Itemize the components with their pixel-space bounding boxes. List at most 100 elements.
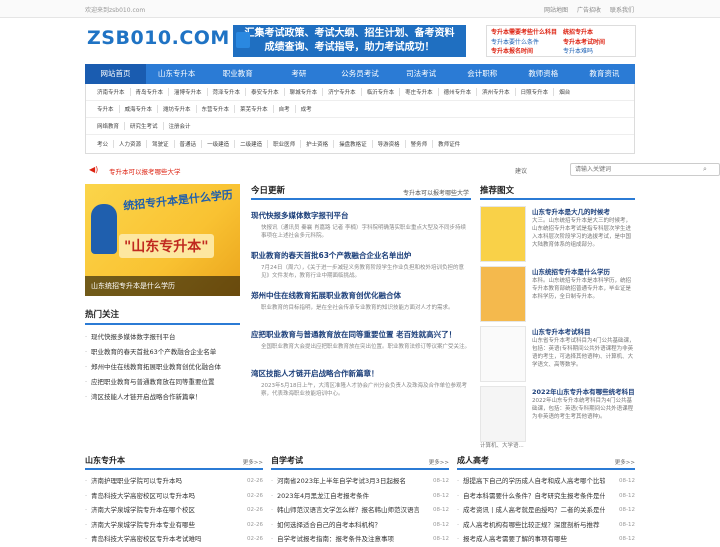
nav-judicial[interactable]: 司法考试: [391, 64, 452, 84]
subnav-link[interactable]: 聊城专升本: [285, 88, 324, 96]
subnav-link[interactable]: 导游资格: [373, 139, 406, 148]
subnav-link[interactable]: 成考: [296, 105, 317, 113]
pic-title[interactable]: 山东统招专升本是什么学历: [532, 266, 610, 276]
subnav-link[interactable]: 济宁专升本: [323, 88, 362, 96]
subnav-link[interactable]: 东营专升本: [197, 105, 236, 113]
subnav-link[interactable]: 青岛专升本: [131, 88, 170, 96]
pic-thumbnail[interactable]: [480, 326, 526, 382]
subnav-link[interactable]: 普通话: [175, 139, 203, 148]
subnav-link[interactable]: 自考: [274, 105, 296, 113]
subnav-link[interactable]: 职业医师: [268, 139, 302, 148]
subnav-link[interactable]: 枣庄专升本: [400, 88, 439, 96]
subnav-link[interactable]: 潍坊专升本: [158, 105, 197, 113]
subnav-link[interactable]: 菏泽专升本: [208, 88, 247, 96]
list-item[interactable]: 青岛科技大学高密校区可以专升本吗 02-26: [85, 489, 263, 504]
article-title[interactable]: 应把职业教育与普通教育放在同等重要位置 老百姓就高兴了！: [251, 329, 471, 340]
nav-shandong[interactable]: 山东专升本: [146, 64, 207, 84]
subnav-link[interactable]: 网络教育: [92, 122, 126, 130]
pic-thumbnail[interactable]: [480, 386, 526, 442]
subnav-link[interactable]: 德州专升本: [439, 88, 478, 96]
search-icon[interactable]: ⌕: [703, 165, 713, 175]
subnav-link[interactable]: 滨州专升本: [477, 88, 516, 96]
list-item-title[interactable]: 济南大学泉城学院专升本专业有哪些: [85, 518, 233, 533]
promo-link[interactable]: 专升本考试时间: [563, 37, 631, 46]
list-item-title[interactable]: 成人高考机构有哪些比较正规？深度剖析与推荐: [457, 518, 605, 533]
subnav-link[interactable]: 莱芜专升本: [235, 105, 274, 113]
list-item[interactable]: 职业教育的春天首批63个产教融合企业名单: [85, 345, 240, 360]
list-item-title[interactable]: 济南大学泉城学院专升本在哪个校区: [85, 503, 233, 518]
list-item-title[interactable]: 2023年4月黑龙江自考报考条件: [271, 489, 419, 504]
promo-link[interactable]: 专升本报名时间: [491, 46, 559, 55]
subnav-link[interactable]: 警务师: [406, 139, 434, 148]
list-item-title[interactable]: 青岛科技大学高密校区可以专升本吗: [85, 489, 233, 504]
list-item[interactable]: 济南大学泉城学院专升本在哪个校区 02-26: [85, 503, 263, 518]
nav-vocational[interactable]: 职业教育: [207, 64, 268, 84]
list-item-title[interactable]: 济南护理职业学院可以专升本吗: [85, 474, 233, 489]
subnav-link[interactable]: 研究生考试: [125, 122, 164, 130]
article-title[interactable]: 郑州中住在线教育拓展职业教育创优化融合体: [251, 290, 471, 301]
today-right-link[interactable]: 专升本可以报考哪些大学: [403, 188, 469, 197]
list-item[interactable]: 自考本科需要什么条件？自考研究生报考条件是什 08-12: [457, 489, 635, 504]
list-item[interactable]: 郑州中住在线教育拓展职业教育创优化融合体: [85, 360, 240, 375]
pic-title[interactable]: 2022年山东专升本有哪些统考科目: [532, 386, 635, 396]
pic-title[interactable]: 山东专升本考试科目: [532, 326, 591, 336]
list-item-title[interactable]: 成考资讯丨成人高考就是函授吗？二者的关系是什: [457, 503, 605, 518]
header-banner[interactable]: 汇集考试政策、考试大纲、招生计划、备考资料 成绩查询、考试指导，助力考试成功！: [233, 25, 466, 57]
subnav-link[interactable]: 操盘教格证: [334, 139, 373, 148]
subnav-link[interactable]: 驾驶证: [147, 139, 175, 148]
subnav-link[interactable]: 一级建造: [202, 139, 236, 148]
list-item[interactable]: 河南省2023年上半年自学考试3月3日起报名 08-12: [271, 474, 449, 489]
hero-image[interactable]: 统招专升本是什么学历 "山东专升本" 山东统招专升本是什么学历: [85, 184, 240, 296]
subnav-link[interactable]: 人力资源: [114, 139, 148, 148]
more-link[interactable]: 更多>>: [429, 458, 449, 466]
list-item-title[interactable]: 自学考试报考指南：报考条件及注意事项: [271, 532, 419, 547]
more-link[interactable]: 更多>>: [243, 458, 263, 466]
list-item[interactable]: 如何选择适合自己的自考本科机构？ 08-12: [271, 518, 449, 533]
list-item-title[interactable]: 河南省2023年上半年自学考试3月3日起报名: [271, 474, 419, 489]
promo-link[interactable]: 专升本要什么条件: [491, 37, 559, 46]
more-link[interactable]: 更多>>: [615, 458, 635, 466]
article-title[interactable]: 现代快报多媒体数字报刊平台: [251, 210, 471, 221]
site-logo[interactable]: ZSB010.COM: [87, 27, 230, 55]
nav-home[interactable]: 网站首页: [85, 64, 147, 84]
list-item[interactable]: 成考资讯丨成人高考就是函授吗？二者的关系是什 08-12: [457, 503, 635, 518]
list-item[interactable]: 济南护理职业学院可以专升本吗 02-26: [85, 474, 263, 489]
subnav-link[interactable]: 注册会计: [164, 122, 196, 130]
list-item[interactable]: 成人高考机构有哪些比较正规？深度剖析与推荐 08-12: [457, 518, 635, 533]
list-item[interactable]: 青岛科技大学高密校区专升本考试难吗 02-26: [85, 532, 263, 547]
list-item-title[interactable]: 青岛科技大学高密校区专升本考试难吗: [85, 532, 233, 547]
nav-accounting[interactable]: 会计职称: [452, 64, 513, 84]
search-input[interactable]: [570, 163, 720, 176]
promo-link[interactable]: 专升本难吗: [563, 46, 631, 55]
ads-link[interactable]: 广告招收: [577, 5, 601, 14]
promo-link[interactable]: 专升本需要考些什么科目: [491, 27, 559, 36]
list-item[interactable]: 应把职业教育与普通教育放在同等重要位置: [85, 375, 240, 390]
list-item-title[interactable]: 韩山师范汉语言文学怎么样？报名韩山师范汉语言: [271, 503, 419, 518]
list-item[interactable]: 报考成人高考需要了解的事项有哪些 08-12: [457, 532, 635, 547]
list-item[interactable]: 现代快报多媒体数字报刊平台: [85, 330, 240, 345]
article-title[interactable]: 职业教育的春天首批63个产教融合企业名单出炉: [251, 250, 471, 261]
list-item[interactable]: 济南大学泉城学院专升本专业有哪些 02-26: [85, 518, 263, 533]
list-item[interactable]: 2023年4月黑龙江自考报考条件 08-12: [271, 489, 449, 504]
pic-title[interactable]: 山东专升本是大几的时候考: [532, 206, 610, 216]
nav-civil-service[interactable]: 公务员考试: [329, 64, 390, 84]
sitemap-link[interactable]: 网站地图: [544, 5, 568, 14]
nav-kaoyan[interactable]: 考研: [268, 64, 329, 84]
subnav-link[interactable]: 泰安专升本: [246, 88, 285, 96]
subnav-link[interactable]: 护士资格: [301, 139, 335, 148]
subnav-link[interactable]: 临沂专升本: [362, 88, 401, 96]
subnav-link[interactable]: 日照专升本: [516, 88, 555, 96]
suggest-link[interactable]: 建议: [515, 166, 527, 175]
subnav-link[interactable]: 烟台: [554, 88, 575, 96]
list-item[interactable]: 想提高下自己的学历成人自考和成人高考哪个比较 08-12: [457, 474, 635, 489]
subnav-link[interactable]: 考公: [92, 139, 115, 148]
pic-thumbnail[interactable]: [480, 266, 526, 322]
subnav-link[interactable]: 二级建造: [235, 139, 269, 148]
nav-teacher[interactable]: 教师资格: [513, 64, 574, 84]
subnav-link[interactable]: 威海专升本: [120, 105, 159, 113]
notice-link[interactable]: 专升本可以报考哪些大学: [109, 166, 181, 176]
list-item[interactable]: 自学考试报考指南：报考条件及注意事项 08-12: [271, 532, 449, 547]
article-title[interactable]: 湾区技能人才链开启战略合作新篇章！: [251, 368, 471, 379]
list-item[interactable]: 韩山师范汉语言文学怎么样？报名韩山师范汉语言 08-12: [271, 503, 449, 518]
hero-caption[interactable]: 山东统招专升本是什么学历: [85, 276, 240, 296]
